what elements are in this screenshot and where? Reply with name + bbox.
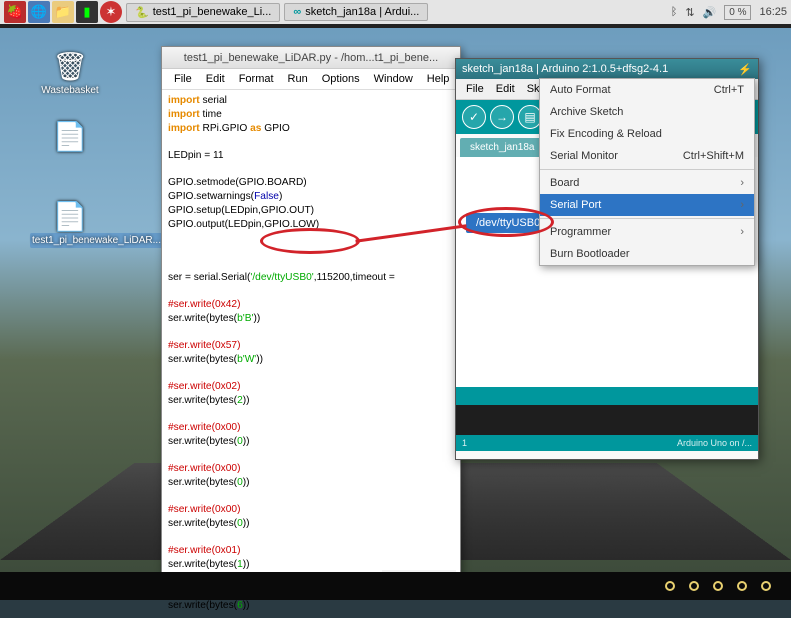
arduino-console-bar [456, 387, 758, 405]
indicator-dot [761, 581, 771, 591]
bolt-icon: ⚡ [738, 63, 752, 76]
task-arduino-label: sketch_jan18a | Ardui... [305, 6, 419, 18]
arduino-titlebar[interactable]: sketch_jan18a | Arduino 2:1.0.5+dfsg2-4.… [456, 59, 758, 79]
sketch-tab[interactable]: sketch_jan18a [460, 138, 545, 157]
ard-menu-file[interactable]: File [460, 81, 490, 97]
desktop-doc-1[interactable]: 📄 [30, 120, 110, 155]
menu-separator [540, 169, 754, 170]
indicator-dot [713, 581, 723, 591]
system-tray: ᛒ ⇅ 🔊 0 % 16:25 [671, 5, 787, 20]
arduino-console [456, 405, 758, 435]
menu-options[interactable]: Options [316, 71, 366, 87]
wastebasket-label: Wastebasket [41, 85, 98, 96]
mathematica-icon[interactable]: ✶ [100, 1, 122, 23]
browser-icon[interactable]: 🌐 [28, 1, 50, 23]
terminal-icon[interactable]: ▮ [76, 1, 98, 23]
arduino-icon: ∞ [293, 6, 301, 18]
desktop-doc-2[interactable]: 📄 test1_pi_benewake_LiDAR... [30, 200, 110, 246]
code-area[interactable]: import serial import time import RPi.GPI… [162, 90, 460, 618]
menu-edit[interactable]: Edit [200, 71, 231, 87]
cpu-monitor[interactable]: 0 % [724, 5, 751, 20]
launcher-icons: 🍓 🌐 📁 ▮ ✶ [4, 1, 122, 23]
menu-help[interactable]: Help [421, 71, 456, 87]
document-icon: 📄 [30, 120, 110, 153]
photo-black-bar [0, 572, 791, 600]
verify-button[interactable]: ✓ [462, 105, 486, 129]
upload-button[interactable]: → [490, 105, 514, 129]
menu-run[interactable]: Run [282, 71, 314, 87]
menu-programmer[interactable]: Programmer [540, 221, 754, 243]
task-python-label: test1_pi_benewake_Li... [153, 6, 272, 18]
taskbar: 🍓 🌐 📁 ▮ ✶ 🐍 test1_pi_benewake_Li... ∞ sket… [0, 0, 791, 28]
volume-icon[interactable]: 🔊 [703, 6, 717, 19]
task-arduino[interactable]: ∞ sketch_jan18a | Ardui... [284, 3, 428, 21]
desktop-doc-2-label: test1_pi_benewake_LiDAR... [30, 233, 163, 248]
ard-menu-edit[interactable]: Edit [490, 81, 521, 97]
bluetooth-icon[interactable]: ᛒ [671, 6, 678, 18]
menu-icon[interactable]: 🍓 [4, 1, 26, 23]
menu-archive-sketch[interactable]: Archive Sketch [540, 101, 754, 123]
wifi-icon[interactable]: ⇅ [685, 6, 694, 19]
indicator-dot [689, 581, 699, 591]
arduino-statusbar: 1Arduino Uno on /... [456, 435, 758, 451]
document-icon: 📄 [30, 200, 110, 233]
menu-burn-bootloader[interactable]: Burn Bootloader [540, 243, 754, 265]
tools-menu: Auto FormatCtrl+T Archive Sketch Fix Enc… [539, 78, 755, 266]
clock[interactable]: 16:25 [759, 6, 787, 18]
filemanager-icon[interactable]: 📁 [52, 1, 74, 23]
trash-icon: 🗑 [30, 50, 110, 83]
wastebasket[interactable]: 🗑 Wastebasket [30, 50, 110, 96]
arduino-title-text: sketch_jan18a | Arduino 2:1.0.5+dfsg2-4.… [462, 63, 668, 75]
menu-serial-port[interactable]: Serial Port [540, 194, 754, 216]
menu-separator [540, 218, 754, 219]
editor-titlebar[interactable]: test1_pi_benewake_LiDAR.py - /hom...t1_p… [162, 47, 460, 69]
python-icon: 🐍 [135, 6, 149, 19]
task-python[interactable]: 🐍 test1_pi_benewake_Li... [126, 3, 280, 22]
python-editor-window: test1_pi_benewake_LiDAR.py - /hom...t1_p… [161, 46, 461, 586]
menu-file[interactable]: File [168, 71, 198, 87]
menu-serial-monitor[interactable]: Serial MonitorCtrl+Shift+M [540, 145, 754, 167]
menu-board[interactable]: Board [540, 172, 754, 194]
menu-format[interactable]: Format [233, 71, 280, 87]
menu-fix-encoding[interactable]: Fix Encoding & Reload [540, 123, 754, 145]
indicator-dot [665, 581, 675, 591]
editor-menubar: File Edit Format Run Options Window Help [162, 69, 460, 90]
menu-auto-format[interactable]: Auto FormatCtrl+T [540, 79, 754, 101]
menu-window[interactable]: Window [368, 71, 419, 87]
indicator-dot [737, 581, 747, 591]
serial-port-value[interactable]: /dev/ttyUSB0 [466, 213, 550, 233]
